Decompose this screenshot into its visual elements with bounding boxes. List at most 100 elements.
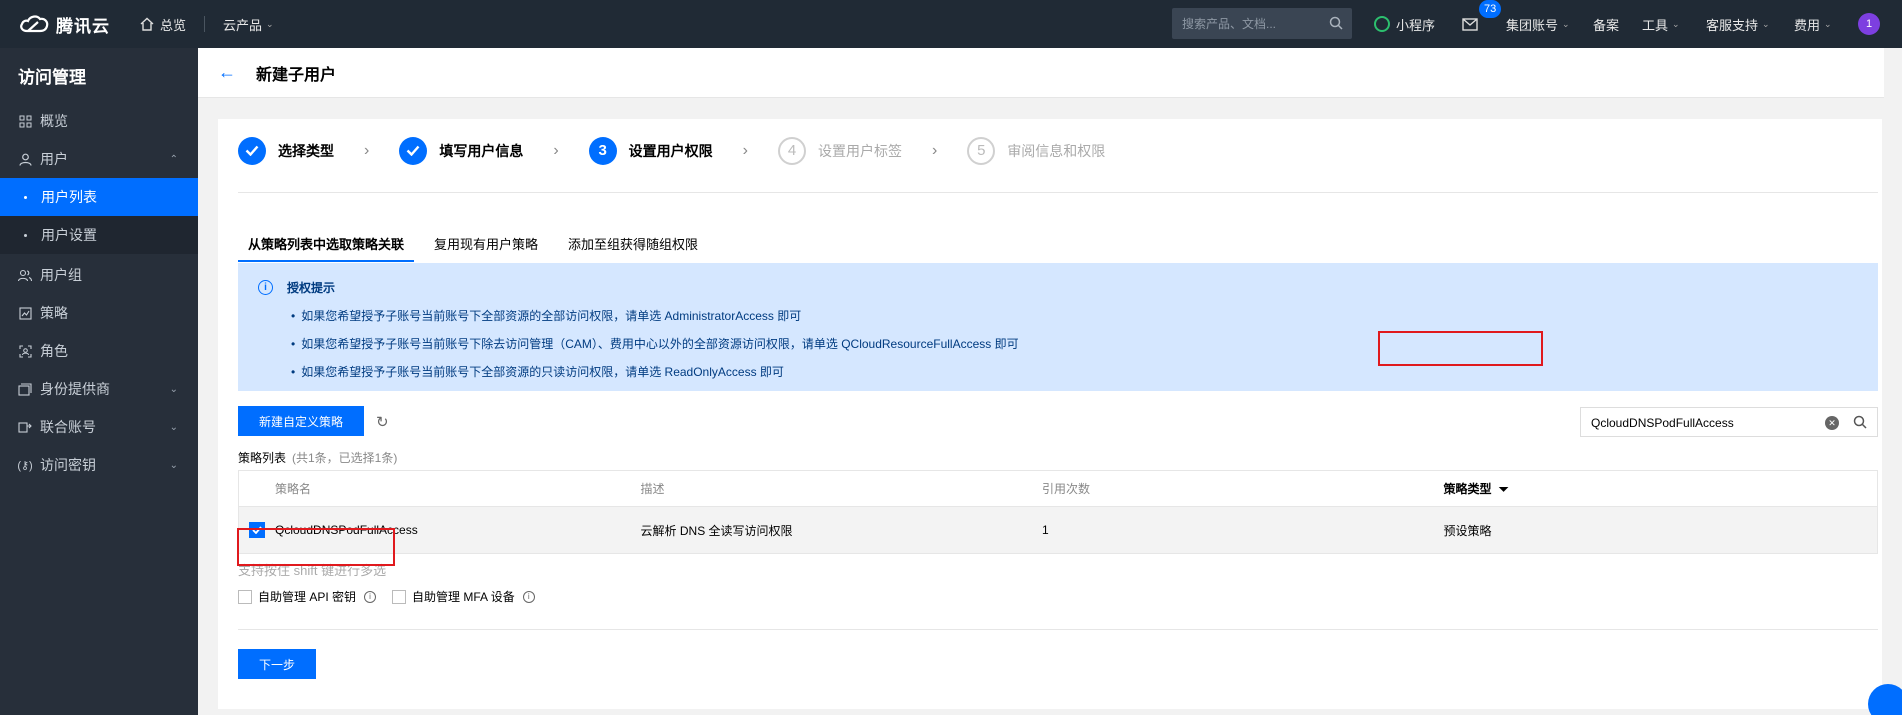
chevron-down-icon: ⌄	[1562, 18, 1570, 29]
sidebar-item-label: 用户	[40, 151, 68, 167]
brand-logo[interactable]: 腾讯云	[0, 0, 120, 48]
chevron-down-icon: ⌄	[169, 383, 178, 395]
avatar[interactable]: 1	[1858, 13, 1880, 35]
back-arrow-icon[interactable]: ←	[218, 62, 236, 83]
list-title-text: 策略列表	[238, 451, 287, 465]
federation-icon	[18, 420, 32, 434]
mini-program-link[interactable]: 小程序	[1374, 0, 1435, 48]
group-account-menu[interactable]: 集团账号 ⌄	[1506, 0, 1570, 48]
option-api-key[interactable]: 自助管理 API 密钥 i	[238, 588, 377, 605]
divider	[204, 16, 206, 32]
bullet-icon	[24, 195, 27, 199]
billing-label: 费用	[1794, 17, 1821, 33]
column-header-name: 策略名	[275, 482, 312, 496]
table-row[interactable]: QcloudDNSPodFullAccess 云解析 DNS 全读写访问权限 1…	[239, 507, 1877, 553]
help-chat-icon[interactable]	[1868, 684, 1902, 715]
billing-menu[interactable]: 费用 ⌄	[1794, 0, 1832, 48]
users-icon	[18, 268, 32, 282]
step-label: 设置用户标签	[817, 142, 902, 159]
refresh-icon[interactable]: ↻	[376, 413, 389, 431]
step-1: 选择类型	[238, 136, 334, 165]
form-card: 选择类型 › 填写用户信息 › 3 设置用户权限 › 4 设置用户标签 › 5 …	[218, 119, 1882, 709]
list-count: (共1条，已选择1条)	[292, 451, 398, 465]
mail-button[interactable]	[1462, 0, 1478, 48]
sidebar-item-access-keys[interactable]: (⚷) 访问密钥 ⌄	[0, 446, 198, 484]
notice-line: 如果您希望授予子账号当前账号下除去访问管理（CAM）、费用中心以外的全部资源访问…	[258, 335, 1858, 352]
step-2: 填写用户信息	[399, 136, 524, 165]
global-search-input[interactable]: 搜索产品、文档...	[1172, 8, 1352, 39]
chevron-right-icon: ›	[742, 141, 748, 159]
option-mfa-device[interactable]: 自助管理 MFA 设备 i	[392, 588, 535, 605]
sidebar-title: 访问管理	[18, 67, 86, 87]
products-menu[interactable]: 云产品 ⌄	[223, 0, 274, 48]
home-label: 总览	[160, 17, 187, 33]
info-icon[interactable]: i	[364, 590, 377, 603]
sidebar-item-label: 用户设置	[41, 227, 97, 243]
create-custom-policy-button[interactable]: 新建自定义策略	[238, 406, 364, 436]
sidebar-item-label: 用户组	[40, 267, 82, 283]
sidebar-item-label: 概览	[40, 113, 68, 129]
sidebar-item-label: 访问密钥	[40, 457, 96, 473]
tab-select-from-list[interactable]: 从策略列表中选取策略关联	[238, 232, 415, 262]
chevron-down-icon: ⌄	[266, 18, 274, 29]
tools-menu[interactable]: 工具 ⌄	[1642, 0, 1680, 48]
home-link[interactable]: 总览	[140, 0, 186, 48]
sidebar-item-roles[interactable]: 角色	[0, 332, 198, 370]
beian-link[interactable]: 备案	[1593, 0, 1619, 48]
step-5: 5 审阅信息和权限	[967, 136, 1106, 165]
info-icon: i	[258, 280, 273, 295]
step-label: 审阅信息和权限	[1007, 142, 1106, 159]
sidebar-item-user-groups[interactable]: 用户组	[0, 256, 198, 294]
column-header-refs: 引用次数	[1042, 482, 1091, 496]
scrollbar[interactable]	[1884, 48, 1902, 715]
products-label: 云产品	[223, 17, 263, 33]
sidebar-item-policies[interactable]: 策略	[0, 294, 198, 332]
next-button[interactable]: 下一步	[238, 649, 316, 679]
policy-list-title: 策略列表 (共1条，已选择1条)	[238, 449, 397, 466]
step-number: 4	[777, 136, 806, 165]
sidebar-item-user-settings[interactable]: 用户设置	[0, 216, 198, 254]
check-icon	[399, 136, 428, 165]
policy-search-input[interactable]: QcloudDNSPodFullAccess ✕	[1580, 407, 1878, 437]
checkbox[interactable]	[392, 589, 407, 604]
chevron-down-icon: ⌄	[1824, 18, 1832, 29]
sidebar-item-idp[interactable]: 身份提供商 ⌄	[0, 370, 198, 408]
chevron-down-icon: ⌄	[169, 421, 178, 433]
idp-icon	[18, 382, 32, 396]
key-icon: (⚷)	[17, 459, 33, 472]
sidebar-item-label: 联合账号	[40, 419, 96, 435]
table-header: 策略名 描述 引用次数 策略类型 ⏷	[239, 471, 1877, 507]
sidebar: 访问管理 概览 用户 ⌃ 用户列表 用户设置 用户组 策略 角色 身份提供商 ⌄	[0, 48, 198, 715]
sidebar-item-federation[interactable]: 联合账号 ⌄	[0, 408, 198, 446]
sidebar-item-users[interactable]: 用户 ⌃	[0, 140, 198, 178]
divider	[238, 629, 1878, 630]
chevron-right-icon: ›	[364, 141, 370, 159]
sidebar-item-label: 身份提供商	[40, 381, 110, 397]
policy-type: 预设策略	[1443, 523, 1492, 538]
beian-label: 备案	[1593, 17, 1620, 33]
tab-add-to-group[interactable]: 添加至组获得随组权限	[558, 232, 708, 262]
policy-icon	[18, 306, 32, 320]
column-header-type[interactable]: 策略类型 ⏷	[1444, 480, 1877, 497]
sidebar-item-overview[interactable]: 概览	[0, 102, 198, 140]
chevron-down-icon: ⌄	[169, 459, 178, 471]
group-account-label: 集团账号	[1506, 17, 1559, 33]
step-label: 填写用户信息	[439, 142, 524, 159]
user-icon	[18, 152, 32, 166]
sidebar-item-user-list[interactable]: 用户列表	[0, 178, 198, 216]
info-icon[interactable]: i	[522, 590, 535, 603]
brand-name: 腾讯云	[56, 16, 110, 36]
step-label: 设置用户权限	[628, 142, 713, 159]
tab-reuse-user-policy[interactable]: 复用现有用户策略	[424, 232, 548, 262]
sidebar-submenu: 用户列表 用户设置	[0, 178, 198, 254]
checkbox[interactable]	[238, 589, 252, 604]
filter-icon[interactable]: ⏷	[1499, 482, 1509, 496]
support-menu[interactable]: 客服支持 ⌄	[1706, 0, 1770, 48]
search-icon[interactable]	[1853, 415, 1867, 429]
search-icon[interactable]	[1329, 16, 1343, 30]
mail-count-badge: 73	[1479, 0, 1502, 18]
clear-icon[interactable]: ✕	[1825, 416, 1839, 430]
policy-desc: 云解析 DNS 全读写访问权限	[640, 523, 793, 538]
sidebar-item-label: 策略	[40, 305, 68, 321]
search-placeholder: 搜索产品、文档...	[1182, 17, 1277, 31]
